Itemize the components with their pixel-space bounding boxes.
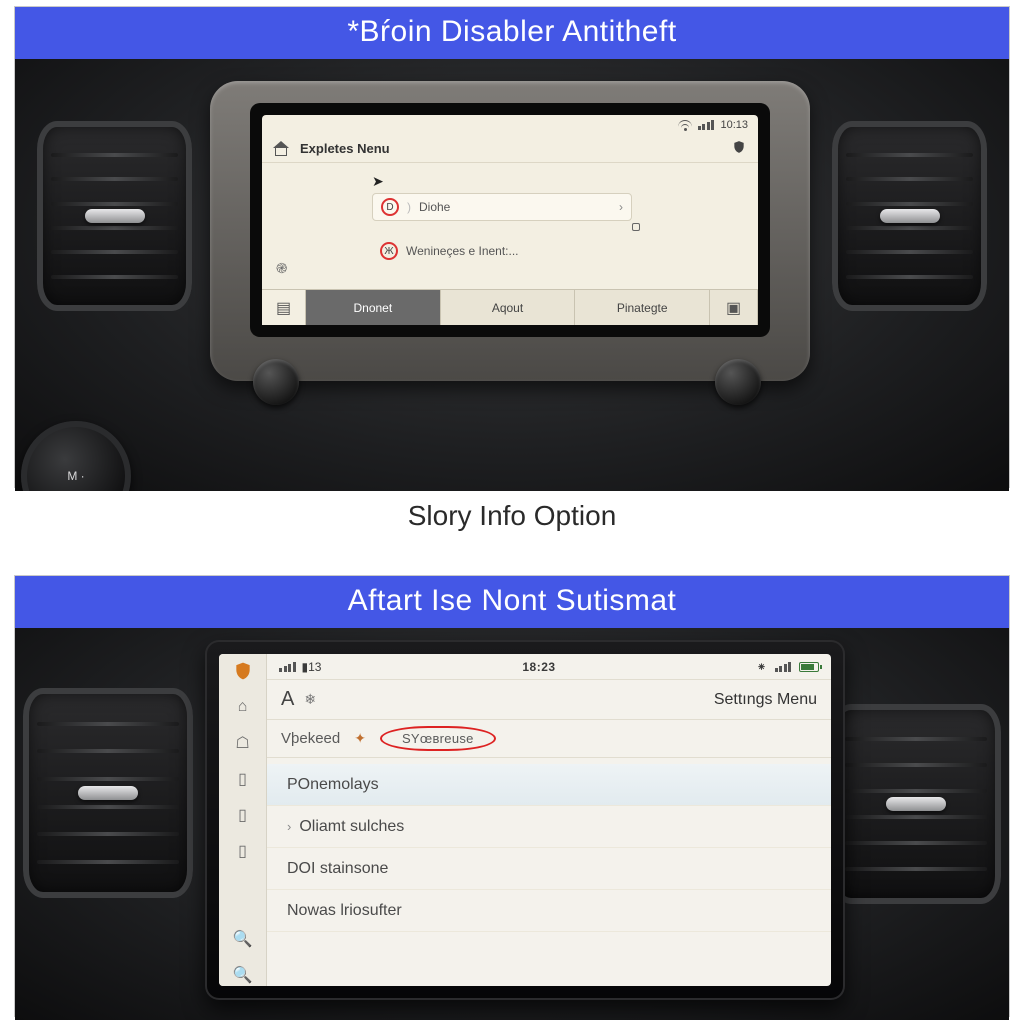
air-vent-left xyxy=(37,121,192,311)
infotainment-bezel-bottom: ⌂ ☖ ▯ ▯ ▯ 🔍 🔍 ▮13 18:23 xyxy=(205,640,845,1000)
bar-icon[interactable]: ▯ xyxy=(232,768,254,790)
option-badge-circled: Ж xyxy=(380,242,398,260)
infotainment-screen-top[interactable]: 10:13 Expletes Nenu ➤ ֎ D xyxy=(262,115,758,325)
menu-option-1[interactable]: D ) Diohe › xyxy=(372,193,632,221)
search-icon[interactable]: 🔍 xyxy=(232,928,254,950)
header-title: Settıngs Menu xyxy=(714,691,817,709)
air-vent-right xyxy=(832,121,987,311)
tab-2[interactable]: Aqout xyxy=(441,290,576,325)
signal-icon xyxy=(279,662,296,672)
vent-handle[interactable] xyxy=(78,786,138,800)
signal-icon xyxy=(698,120,715,130)
list-item[interactable]: › Oliamt sulches xyxy=(267,806,831,848)
option-badge-circled: D xyxy=(381,198,399,216)
list-item[interactable]: Nowas lriosufter xyxy=(267,890,831,932)
bluetooth-icon: ⁕ xyxy=(756,660,766,674)
air-vent-left xyxy=(23,688,193,898)
screen-frame: 10:13 Expletes Nenu ➤ ֎ D xyxy=(250,103,770,337)
signal-icon xyxy=(775,662,792,672)
option-label: Wenineçes e Inent:... xyxy=(406,244,519,258)
shield-icon xyxy=(732,140,746,157)
physical-knob-left[interactable] xyxy=(253,359,299,405)
user-icon[interactable]: ☖ xyxy=(232,732,254,754)
list-item-label: POnemolays xyxy=(287,776,379,794)
tab-apps-icon[interactable]: ▣ xyxy=(710,290,758,325)
bottom-panel: Aftart Ise Nont Sutismat ⌂ ☖ ▯ ▯ xyxy=(14,575,1010,1017)
screen-header: A ❄ Settıngs Menu xyxy=(267,680,831,720)
status-clock: 18:23 xyxy=(321,660,756,674)
menu-option-2[interactable]: Ж Wenineçes e Inent:... xyxy=(372,237,652,265)
subheader-left-label: Vþekeed xyxy=(281,730,340,747)
list-item[interactable]: DOI stainsone xyxy=(267,848,831,890)
bottom-banner: Aftart Ise Nont Sutismat xyxy=(15,576,1009,628)
tab-menu-icon[interactable]: ▤ xyxy=(262,290,306,325)
top-banner: *Bŕoin Disabler Antitheft xyxy=(15,7,1009,59)
bar-icon[interactable]: ▯ xyxy=(232,840,254,862)
chevron-right-icon: › xyxy=(287,819,291,834)
status-bar: 10:13 xyxy=(262,115,758,135)
air-vent-right xyxy=(831,704,1001,904)
settings-list: POnemolays › Oliamt sulches DOI stainson… xyxy=(267,758,831,986)
sub-header: Vþekeed ✦ SYœвreuse xyxy=(267,720,831,758)
infotainment-screen-bottom[interactable]: ⌂ ☖ ▯ ▯ ▯ 🔍 🔍 ▮13 18:23 xyxy=(219,654,831,986)
search-icon[interactable]: 🔍 xyxy=(232,964,254,986)
top-panel: *Bŕoin Disabler Antitheft 10:13 xyxy=(14,6,1010,488)
status-bar: ▮13 18:23 ⁕ xyxy=(267,654,831,680)
wifi-icon xyxy=(678,118,692,132)
shield-icon[interactable] xyxy=(232,660,254,682)
list-item[interactable]: POnemolays xyxy=(267,764,831,806)
side-icon-bar: ⌂ ☖ ▯ ▯ ▯ 🔍 🔍 xyxy=(219,654,267,986)
status-left-num: ▮13 xyxy=(302,660,322,674)
bar-icon[interactable]: ▯ xyxy=(232,804,254,826)
bottom-tab-bar: ▤ Dnonet Aqout Pinategte ▣ xyxy=(262,289,758,325)
top-dashboard-photo: 10:13 Expletes Nenu ➤ ֎ D xyxy=(15,59,1009,491)
side-glyph-icon: ֎ xyxy=(276,259,287,278)
screen-main: ▮13 18:23 ⁕ A ❄ Settıngs Menu xyxy=(267,654,831,986)
screen-header: Expletes Nenu xyxy=(262,135,758,163)
middle-caption: Slory Info Option xyxy=(0,500,1024,532)
tab-1[interactable]: Dnonet xyxy=(306,290,441,325)
vent-handle[interactable] xyxy=(886,797,946,811)
chevron-right-icon: › xyxy=(619,200,623,214)
cursor-icon: ➤ xyxy=(372,173,384,190)
screen-body: ➤ ֎ D ) Diohe › Ж Wenineçes e Inent:... xyxy=(262,163,758,289)
info-dot-icon xyxy=(632,223,640,231)
snowflake-icon: ❄ xyxy=(304,691,316,708)
tab-3[interactable]: Pinategte xyxy=(575,290,710,325)
circled-highlight: SYœвreuse xyxy=(380,726,496,751)
header-letter: A xyxy=(281,688,294,711)
status-clock: 10:13 xyxy=(720,119,748,131)
list-item-label: DOI stainsone xyxy=(287,860,388,878)
option-label: Diohe xyxy=(419,200,450,214)
home-icon[interactable]: ⌂ xyxy=(232,696,254,718)
vent-handle[interactable] xyxy=(880,209,940,223)
home-icon[interactable] xyxy=(274,142,290,156)
list-item-label: Oliamt sulches xyxy=(299,818,404,836)
header-title: Expletes Nenu xyxy=(300,141,390,156)
brand-icon: ✦ xyxy=(354,730,366,747)
battery-icon xyxy=(799,662,819,672)
list-item-label: Nowas lriosufter xyxy=(287,902,402,920)
infotainment-bezel-top: 10:13 Expletes Nenu ➤ ֎ D xyxy=(210,81,810,381)
physical-knob-right[interactable] xyxy=(715,359,761,405)
climate-dial[interactable]: M · xyxy=(21,421,131,491)
vent-handle[interactable] xyxy=(85,209,145,223)
bottom-dashboard-photo: ⌂ ☖ ▯ ▯ ▯ 🔍 🔍 ▮13 18:23 xyxy=(15,628,1009,1020)
